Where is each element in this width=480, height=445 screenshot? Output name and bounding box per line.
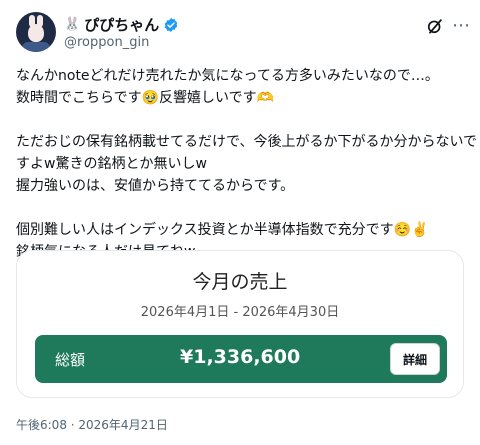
sales-card-image[interactable]: 今月の売上 2026年4月1日 - 2026年4月30日 総額 ¥1,336,6… (16, 250, 464, 398)
sales-total-bar: 総額 ¥1,336,600 詳細 (35, 335, 447, 383)
display-name[interactable]: ぴぴちゃん (84, 14, 159, 35)
author-name-row[interactable]: 🐰 ぴぴちゃん (64, 14, 179, 35)
post-text-line: 個別難しい人はインデックス投資とか半導体指数で充分です☺️✌️ (16, 222, 429, 238)
sales-date-range: 2026年4月1日 - 2026年4月30日 (140, 305, 340, 320)
post-text-line: なんかnoteどれだけ売れたか気になってる方多いみたいなので…。 (16, 68, 439, 84)
more-icon[interactable]: ⋯ (452, 17, 471, 35)
verified-badge-icon (164, 17, 178, 32)
post-text-blank-line (16, 109, 468, 131)
detail-button[interactable]: 詳細 (390, 343, 440, 375)
avatar-face (28, 24, 44, 42)
avatar-body (22, 42, 50, 52)
grok-icon[interactable] (425, 16, 445, 36)
sales-total-label: 総額 (55, 351, 86, 369)
post-text-blank-line (16, 197, 468, 219)
post-text: なんかnoteどれだけ売れたか気になってる方多いみたいなので…。 数時間でこちら… (16, 65, 478, 263)
post-text-line: 数時間でこちらです🥹反響嬉しいです🫶 (16, 90, 275, 106)
sales-total-amount: ¥1,336,600 (180, 346, 301, 368)
post-text-line: 握力強いのは、安値から持ててるからです。 (16, 178, 295, 194)
author-handle[interactable]: @roppon_gin (64, 35, 149, 50)
name-emoji: 🐰 (64, 17, 81, 32)
author-avatar[interactable] (16, 12, 56, 52)
post-text-line: すよw驚きの銘柄とか無いしw (16, 156, 207, 172)
post-timestamp[interactable]: 午後6:08 · 2026年4月21日 (16, 416, 168, 433)
post-text-line: ただおじの保有銘柄載せてるだけで、今後上がるか下がるか分からないで (16, 134, 478, 150)
sales-card-title: 今月の売上 (192, 271, 288, 293)
